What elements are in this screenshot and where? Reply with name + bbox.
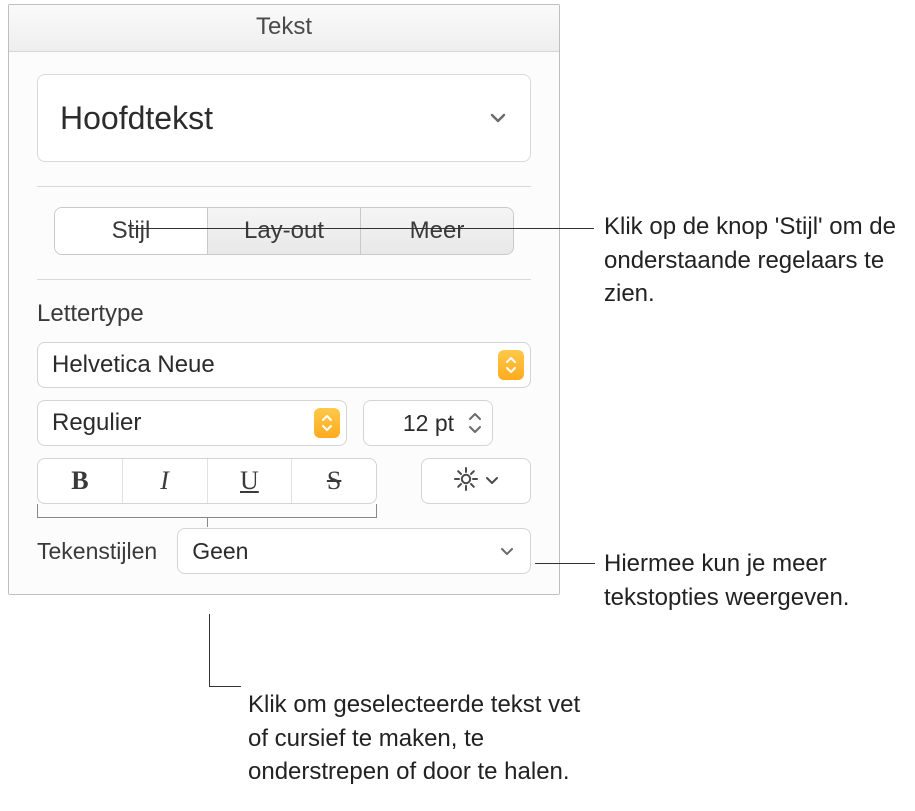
stepper-down[interactable] — [464, 425, 486, 435]
font-weight-value: Regulier — [52, 409, 141, 437]
panel-title: Tekst — [9, 5, 559, 52]
advanced-options-button[interactable] — [421, 458, 531, 504]
tab-more[interactable]: Meer — [360, 208, 513, 254]
character-styles-select[interactable]: Geen — [177, 528, 531, 574]
font-size-stepper — [464, 406, 486, 440]
paragraph-style-value: Hoofdtekst — [60, 100, 213, 137]
font-family-select[interactable]: Helvetica Neue — [37, 342, 531, 388]
callout-leader — [535, 563, 595, 564]
callout-style-tab: Klik op de knop 'Stijl' om de onderstaan… — [604, 210, 904, 311]
font-family-value: Helvetica Neue — [52, 351, 215, 379]
chevron-down-icon — [494, 536, 520, 566]
gear-icon — [453, 466, 479, 497]
font-weight-select[interactable]: Regulier — [37, 400, 347, 446]
callout-leader — [209, 686, 241, 687]
font-section-label: Lettertype — [37, 300, 531, 328]
callout-leader — [209, 614, 210, 686]
underline-button[interactable]: U — [207, 459, 292, 503]
chevron-down-icon — [485, 472, 499, 490]
callout-bius-segment: Klik om geselecteerde tekst vet of cursi… — [248, 688, 588, 789]
character-styles-value: Geen — [192, 538, 248, 565]
character-styles-label: Tekenstijlen — [37, 538, 157, 565]
callout-gear-button: Hiermee kun je meer tekstopties weergeve… — [604, 547, 914, 614]
text-style-segmented: B I U S — [37, 458, 377, 504]
callout-bracket — [37, 504, 377, 522]
tab-bar: Stijl Lay-out Meer — [54, 207, 514, 255]
divider — [37, 186, 531, 187]
tab-layout[interactable]: Lay-out — [207, 208, 360, 254]
font-size-field[interactable]: 12 pt — [363, 400, 493, 446]
bold-button[interactable]: B — [38, 459, 122, 503]
tab-style[interactable]: Stijl — [55, 208, 207, 254]
updown-icon — [314, 408, 340, 438]
stepper-up[interactable] — [464, 411, 486, 421]
paragraph-style-select[interactable]: Hoofdtekst — [37, 74, 531, 162]
updown-icon — [498, 350, 524, 380]
divider — [37, 279, 531, 280]
chevron-down-icon — [488, 108, 508, 128]
callout-leader — [130, 228, 594, 229]
text-inspector-panel: Tekst Hoofdtekst Stijl Lay-out Meer Lett… — [8, 4, 560, 595]
strikethrough-button[interactable]: S — [291, 459, 376, 503]
font-size-value: 12 pt — [364, 410, 464, 437]
italic-button[interactable]: I — [122, 459, 207, 503]
